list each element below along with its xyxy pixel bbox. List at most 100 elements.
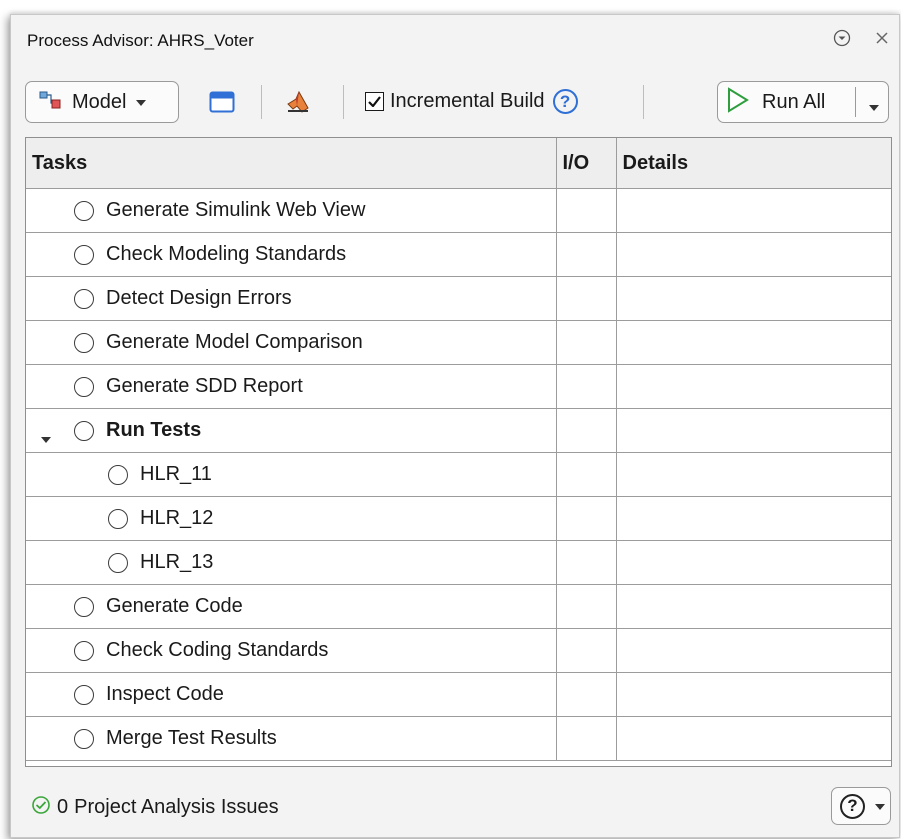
details-cell[interactable] [615, 276, 891, 321]
expand-triangle-icon[interactable] [41, 426, 51, 449]
table-row[interactable]: Check Coding Standards [26, 628, 891, 673]
task-status-radio-icon[interactable] [74, 376, 94, 397]
table-row[interactable]: Generate Model Comparison [26, 320, 891, 365]
task-label: Generate Simulink Web View [106, 199, 366, 221]
task-status-radio-icon[interactable] [74, 596, 94, 617]
table-row[interactable]: HLR_12 [26, 496, 891, 541]
io-cell[interactable] [555, 540, 617, 585]
io-cell[interactable] [555, 276, 617, 321]
table-row[interactable]: HLR_11 [26, 452, 891, 497]
io-cell[interactable] [555, 452, 617, 497]
run-all-label: Run All [762, 90, 826, 113]
incremental-build-checkbox[interactable] [365, 92, 384, 111]
task-cell[interactable]: Generate Model Comparison [26, 320, 557, 365]
model-icon [38, 88, 62, 117]
io-cell[interactable] [555, 628, 617, 673]
window-layout-icon[interactable] [207, 87, 237, 117]
details-cell[interactable] [615, 672, 891, 717]
task-cell[interactable]: Check Coding Standards [26, 628, 557, 673]
task-status-radio-icon[interactable] [74, 420, 94, 441]
matlab-icon[interactable] [283, 87, 313, 117]
model-label: Model [72, 90, 127, 113]
table-row[interactable]: Check Modeling Standards [26, 232, 891, 277]
task-cell[interactable]: Detect Design Errors [26, 276, 557, 321]
task-label: Detect Design Errors [106, 287, 292, 309]
task-label: Generate Code [106, 595, 243, 617]
table-row[interactable]: Run Tests [26, 408, 891, 453]
issues-label: Project Analysis Issues [74, 796, 279, 818]
task-cell[interactable]: Generate Simulink Web View [26, 188, 557, 233]
column-header-tasks[interactable]: Tasks [26, 138, 557, 189]
task-status-radio-icon[interactable] [108, 508, 128, 529]
details-cell[interactable] [615, 584, 891, 629]
task-status-radio-icon[interactable] [74, 288, 94, 309]
panel-menu-icon[interactable] [831, 27, 853, 49]
details-cell[interactable] [615, 496, 891, 541]
table-row[interactable]: Generate Simulink Web View [26, 188, 891, 233]
task-label: Run Tests [106, 419, 202, 441]
io-cell[interactable] [555, 672, 617, 717]
chevron-down-icon [136, 93, 147, 111]
task-label: Check Modeling Standards [106, 243, 347, 265]
io-cell[interactable] [555, 232, 617, 277]
table-row[interactable]: Inspect Code [26, 672, 891, 717]
toolbar-separator [261, 85, 262, 119]
io-cell[interactable] [555, 716, 617, 761]
details-cell[interactable] [615, 408, 891, 453]
details-cell[interactable] [615, 452, 891, 497]
check-circle-icon [31, 795, 51, 820]
task-cell[interactable]: Check Modeling Standards [26, 232, 557, 277]
task-cell[interactable]: Merge Test Results [26, 716, 557, 761]
details-cell[interactable] [615, 540, 891, 585]
details-cell[interactable] [615, 628, 891, 673]
table-row[interactable]: Detect Design Errors [26, 276, 891, 321]
io-cell[interactable] [555, 188, 617, 233]
task-status-radio-icon[interactable] [108, 464, 128, 485]
details-cell[interactable] [615, 188, 891, 233]
task-status-radio-icon[interactable] [74, 640, 94, 661]
details-cell[interactable] [615, 232, 891, 277]
details-cell[interactable] [615, 320, 891, 365]
help-button[interactable]: ? [831, 787, 891, 825]
task-status-radio-icon[interactable] [74, 684, 94, 705]
run-all-button[interactable]: Run All [717, 81, 889, 123]
task-status-radio-icon[interactable] [74, 728, 94, 749]
table-row[interactable]: Merge Test Results [26, 716, 891, 761]
chevron-down-icon [875, 797, 885, 815]
project-analysis-status[interactable]: 0 Project Analysis Issues [31, 795, 279, 820]
task-label: Merge Test Results [106, 727, 277, 749]
task-cell[interactable]: Generate Code [26, 584, 557, 629]
play-icon [726, 86, 750, 118]
help-icon[interactable]: ? [552, 89, 578, 114]
task-cell[interactable]: HLR_13 [26, 540, 557, 585]
column-header-details[interactable]: Details [615, 138, 891, 189]
close-icon[interactable] [871, 27, 893, 49]
toolbar-separator [643, 85, 644, 119]
table-row[interactable]: HLR_13 [26, 540, 891, 585]
task-cell[interactable]: Inspect Code [26, 672, 557, 717]
task-cell[interactable]: Run Tests [26, 408, 557, 453]
io-cell[interactable] [555, 320, 617, 365]
details-cell[interactable] [615, 364, 891, 409]
table-row[interactable]: Generate Code [26, 584, 891, 629]
chevron-down-icon[interactable] [869, 98, 879, 116]
task-status-radio-icon[interactable] [108, 552, 128, 573]
io-cell[interactable] [555, 584, 617, 629]
table-header-row: Tasks I/O Details [26, 138, 891, 189]
task-cell[interactable]: HLR_12 [26, 496, 557, 541]
task-status-radio-icon[interactable] [74, 332, 94, 353]
table-row[interactable]: Generate SDD Report [26, 364, 891, 409]
io-cell[interactable] [555, 408, 617, 453]
io-cell[interactable] [555, 364, 617, 409]
model-dropdown-button[interactable]: Model [25, 81, 179, 123]
task-label: Check Coding Standards [106, 639, 329, 661]
task-status-radio-icon[interactable] [74, 244, 94, 265]
column-header-io[interactable]: I/O [555, 138, 617, 189]
task-cell[interactable]: HLR_11 [26, 452, 557, 497]
io-cell[interactable] [555, 496, 617, 541]
incremental-build-option[interactable]: Incremental Build ? [365, 89, 578, 114]
details-cell[interactable] [615, 716, 891, 761]
task-status-radio-icon[interactable] [74, 200, 94, 221]
help-icon: ? [840, 793, 865, 819]
task-cell[interactable]: Generate SDD Report [26, 364, 557, 409]
